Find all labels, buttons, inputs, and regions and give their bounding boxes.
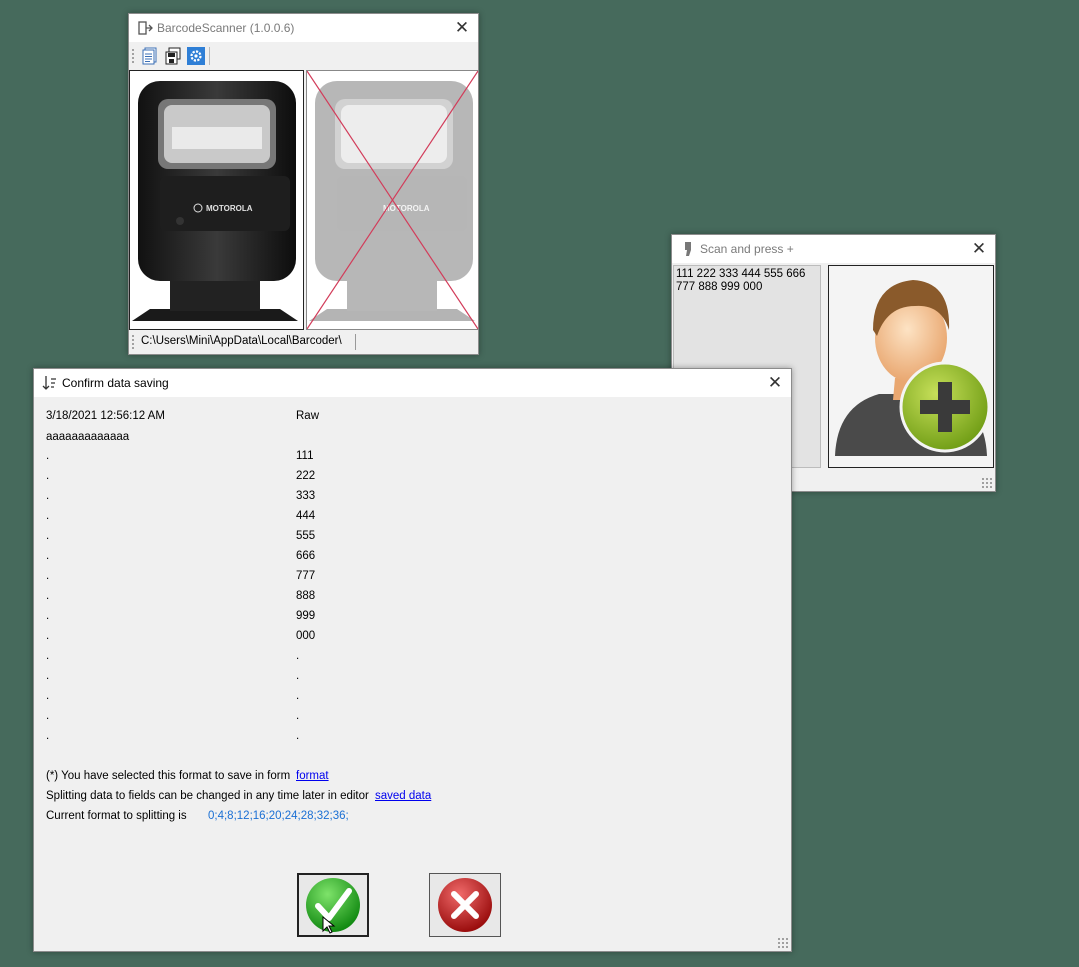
green-checkmark-icon [306, 878, 360, 934]
field-name-cell: . [46, 490, 50, 502]
save-copy-icon[interactable] [164, 47, 182, 65]
scanner-disabled-image[interactable]: MOTOROLA [306, 70, 479, 330]
field-name-cell: . [46, 550, 50, 562]
field-name-cell: . [46, 690, 50, 702]
add-user-button[interactable] [828, 265, 994, 468]
field-value-cell: . [296, 710, 300, 722]
field-value-cell: 000 [296, 630, 316, 642]
scanner-window-title: BarcodeScanner (1.0.0.6) [157, 21, 295, 35]
sort-down-icon [42, 376, 56, 390]
field-name-cell: . [46, 650, 50, 662]
saved-data-link[interactable]: saved data [375, 790, 431, 802]
note-splitting: Splitting data to fields can be changed … [46, 790, 369, 802]
format-link[interactable]: format [296, 770, 329, 782]
statusbar-grip [132, 334, 134, 350]
field-name-cell: . [46, 730, 50, 742]
field-name-cell: . [46, 590, 50, 602]
toolbar-separator [209, 47, 210, 65]
scanner-brand-label-disabled: MOTOROLA [383, 204, 430, 213]
scanner-titlebar[interactable]: BarcodeScanner (1.0.0.6) ✕ [129, 14, 478, 42]
scanner-statusbar: C:\Users\Mini\AppData\Local\Barcoder\ [129, 330, 478, 354]
note-selected-format: (*) You have selected this format to sav… [46, 770, 291, 782]
settings-gear-icon[interactable] [187, 47, 205, 65]
scan-window-title: Scan and press + [700, 242, 794, 256]
timestamp-label: 3/18/2021 12:56:12 AM [46, 410, 165, 422]
add-user-icon [835, 280, 991, 456]
scanner-gun-icon [685, 242, 691, 256]
field-name-cell: . [46, 630, 50, 642]
scanner-toolbar [129, 43, 478, 69]
field-name-cell: . [46, 670, 50, 682]
scanner-device-image[interactable]: MOTOROLA [129, 70, 304, 330]
field-value-cell: 333 [296, 490, 316, 502]
field-value-cell: 555 [296, 530, 316, 542]
motorola-scanner-image: MOTOROLA [132, 81, 298, 321]
field-value-cell: 999 [296, 610, 316, 622]
resize-grip[interactable] [981, 477, 993, 489]
scan-window-close-button[interactable]: ✕ [969, 239, 989, 259]
scanner-close-button[interactable]: ✕ [452, 18, 472, 38]
current-format-value: 0;4;8;12;16;20;24;28;32;36; [208, 810, 349, 822]
note-current-format: Current format to splitting is [46, 810, 187, 822]
first-field-value: aaaaaaaaaaaaa [46, 431, 130, 443]
confirm-data-saving-dialog: Confirm data saving ✕ 3/18/2021 12:56:12… [33, 368, 792, 952]
field-value-cell: . [296, 650, 300, 662]
field-value-cell: 222 [296, 470, 316, 482]
field-name-cell: . [46, 530, 50, 542]
confirm-cancel-button[interactable] [429, 873, 501, 937]
field-value-cell: . [296, 690, 300, 702]
confirm-titlebar[interactable]: Confirm data saving ✕ [34, 369, 791, 397]
red-x-icon [438, 878, 492, 932]
field-value-cell: 666 [296, 550, 316, 562]
field-value-cell: . [296, 670, 300, 682]
exit-door-icon [138, 21, 153, 35]
field-value-cell: . [296, 730, 300, 742]
document-list-icon[interactable] [141, 47, 159, 65]
field-value-cell: 444 [296, 510, 316, 522]
field-name-cell: . [46, 570, 50, 582]
confirm-dialog-title: Confirm data saving [62, 376, 169, 390]
field-name-cell: . [46, 510, 50, 522]
scan-window-titlebar[interactable]: Scan and press + ✕ [672, 235, 995, 263]
field-value-cell: 111 [296, 450, 314, 462]
toolbar-grip[interactable] [132, 48, 134, 64]
scanner-brand-label: MOTOROLA [206, 204, 253, 213]
status-separator [355, 334, 356, 350]
confirm-ok-button[interactable] [297, 873, 369, 937]
field-name-cell: . [46, 470, 50, 482]
field-name-cell: . [46, 610, 50, 622]
raw-header: Raw [296, 410, 320, 422]
field-name-cell: . [46, 450, 50, 462]
confirm-close-button[interactable]: ✕ [765, 373, 785, 393]
field-value-cell: 777 [296, 570, 316, 582]
motorola-scanner-disabled-image: MOTOROLA [307, 71, 478, 329]
dialog-resize-grip[interactable] [777, 937, 789, 949]
field-value-cell: 888 [296, 590, 316, 602]
field-name-cell: . [46, 710, 50, 722]
status-path: C:\Users\Mini\AppData\Local\Barcoder\ [141, 335, 342, 347]
barcode-scanner-window: BarcodeScanner (1.0.0.6) ✕ MOTOROLA MOTO… [128, 13, 479, 355]
